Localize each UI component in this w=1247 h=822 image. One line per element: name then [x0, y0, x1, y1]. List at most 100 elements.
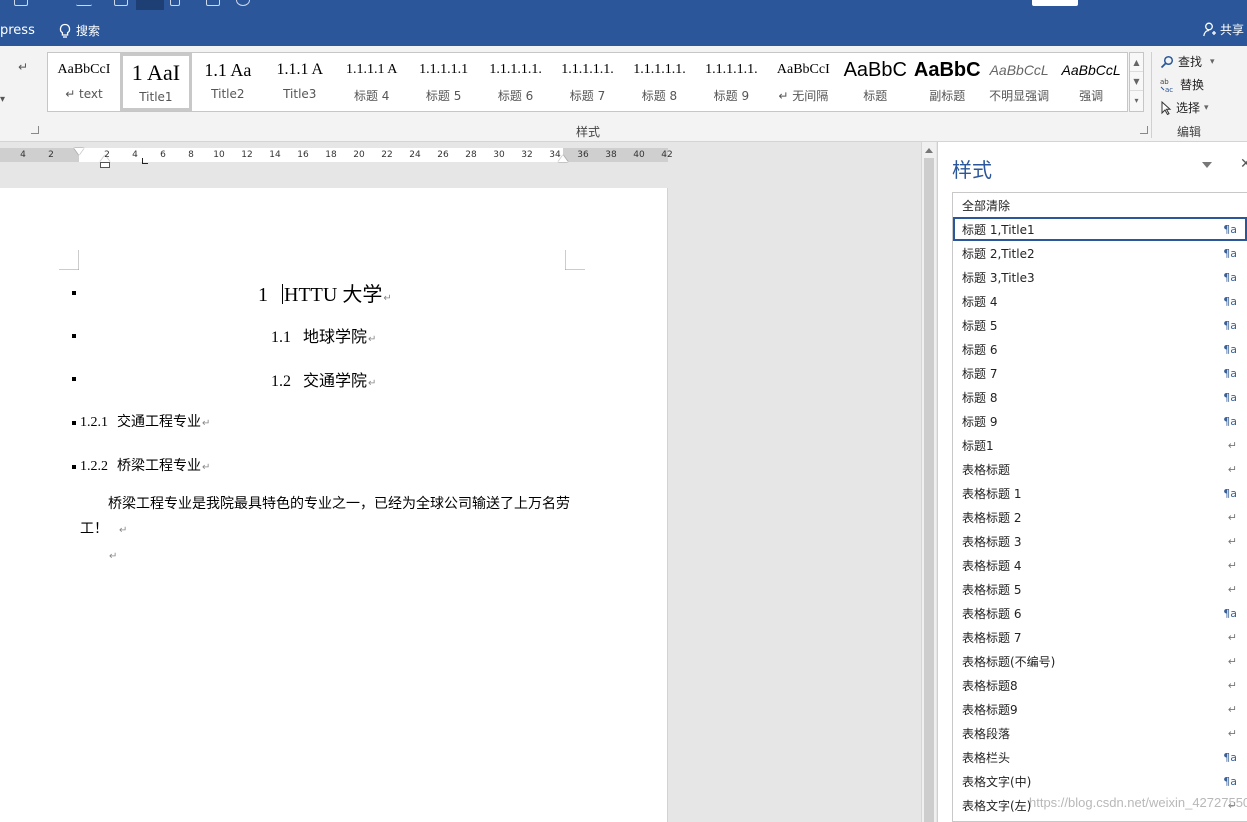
style-list-item[interactable]: 标题 9 ¶a	[953, 409, 1247, 433]
style-gallery-item[interactable]: AaBbCcL 强调	[1055, 53, 1127, 111]
sign-in-button[interactable]	[1032, 0, 1078, 6]
style-name: 表格标题 1	[962, 486, 1022, 501]
gallery-scroll-down-icon[interactable]: ▼	[1130, 72, 1143, 91]
gallery-more-icon[interactable]: ▾	[1130, 91, 1143, 110]
style-name: 标题 4	[962, 294, 998, 309]
gallery-scrollbar[interactable]: ▲ ▼ ▾	[1129, 52, 1144, 112]
left-tab-stop[interactable]	[142, 158, 148, 164]
style-list-item[interactable]: 标题 3,Title3 ¶a	[953, 265, 1247, 289]
share-button[interactable]: 共享	[1203, 21, 1244, 38]
style-gallery-item[interactable]: 1.1.1.1.1. 标题 6	[480, 53, 552, 111]
tell-me-search[interactable]: 搜索	[58, 22, 100, 39]
style-gallery-item[interactable]: 1.1.1.1.1 标题 5	[408, 53, 480, 111]
style-list-item[interactable]: 表格标题(不编号) ↵	[953, 649, 1247, 673]
style-gallery-item[interactable]: AaBbC 副标题	[911, 53, 983, 111]
style-gallery-item[interactable]: 1.1.1.1.1. 标题 8	[624, 53, 696, 111]
left-indent-marker[interactable]	[100, 162, 110, 168]
editing-group-label: 编辑	[1177, 125, 1202, 139]
style-name: 表格段落	[962, 726, 1011, 741]
replace-button[interactable]: ab ac 替换	[1160, 76, 1204, 93]
find-dropdown-icon[interactable]: ▾	[1210, 57, 1215, 67]
style-gallery-item[interactable]: 1.1.1.1.1. 标题 9	[695, 53, 767, 111]
find-button[interactable]: 查找 ▾	[1160, 53, 1215, 70]
style-list-item[interactable]: 标题 7 ¶a	[953, 361, 1247, 385]
style-list-item[interactable]: 标题 5 ¶a	[953, 313, 1247, 337]
heading-2[interactable]: 1.1 地球学院↵	[271, 323, 376, 347]
select-dropdown-icon[interactable]: ▾	[1204, 103, 1209, 113]
style-name: 标题 8	[962, 390, 998, 405]
style-list-item[interactable]: 标题 6 ¶a	[953, 337, 1247, 361]
style-gallery-item[interactable]: AaBbC 标题	[839, 53, 911, 111]
style-name: 表格文字(中)	[962, 774, 1032, 789]
style-caption: 不明显强调	[989, 89, 1050, 103]
person-icon	[1203, 22, 1216, 37]
style-list-item[interactable]: 表格标题 1 ¶a	[953, 481, 1247, 505]
style-list-item[interactable]: 表格文字(中) ¶a	[953, 769, 1247, 793]
ruler-number: 12	[241, 150, 253, 160]
style-list-item[interactable]: 表格标题8 ↵	[953, 673, 1247, 697]
scroll-up-icon[interactable]	[925, 148, 933, 153]
heading-3[interactable]: 1.2.1 交通工程专业↵	[80, 411, 210, 431]
horizontal-ruler[interactable]: 4 2 2 4 6 8 10 12 14 16 18 20 22 24 26 28 30 32 34 36 38 40 42	[0, 148, 673, 168]
ruler-number: 4	[132, 150, 138, 160]
style-gallery-item[interactable]: 1.1.1.1 A 标题 4	[336, 53, 408, 111]
style-gallery-item[interactable]: 1.1 Aa Title2	[192, 53, 264, 111]
style-list-item[interactable]: 表格栏头 ¶a	[953, 745, 1247, 769]
style-caption: 标题 8	[641, 89, 678, 103]
document-vertical-scrollbar[interactable]	[921, 142, 936, 822]
new-document-icon[interactable]	[114, 0, 128, 6]
heading-2[interactable]: 1.2 交通学院↵	[271, 367, 376, 391]
body-line[interactable]: 工！ ↵	[80, 518, 127, 538]
style-list-item[interactable]: 标题1 ↵	[953, 433, 1247, 457]
style-list-item[interactable]: 表格标题 2 ↵	[953, 505, 1247, 529]
heading-1[interactable]: 1 HTTU 大学↵	[258, 278, 392, 307]
style-list-item[interactable]: 标题 8 ¶a	[953, 385, 1247, 409]
style-list-item[interactable]: 表格标题9 ↵	[953, 697, 1247, 721]
style-gallery-item[interactable]: 1.1.1.1.1. 标题 7	[552, 53, 624, 111]
paragraph-mark: ↵	[202, 462, 211, 473]
style-name: 标题1	[962, 438, 994, 453]
empty-paragraph[interactable]: ↵	[108, 548, 117, 564]
pane-options-dropdown-icon[interactable]	[1202, 162, 1212, 168]
heading-3[interactable]: 1.2.2 桥梁工程专业↵	[80, 455, 210, 475]
print-preview-icon[interactable]	[206, 0, 220, 6]
style-list-item[interactable]: 表格标题 ↵	[953, 457, 1247, 481]
read-mode-button[interactable]	[136, 0, 164, 10]
draw-icon[interactable]	[170, 0, 180, 6]
style-gallery-item[interactable]: AaBbCcI ↵ text	[48, 53, 120, 111]
style-gallery-item[interactable]: 1 AaI Title1	[119, 53, 192, 111]
style-gallery-item[interactable]: 1.1.1 A Title3	[264, 53, 336, 111]
style-gallery-item[interactable]: AaBbCcL 不明显强调	[983, 53, 1055, 111]
style-name: 表格标题 6	[962, 606, 1022, 621]
style-gallery-item[interactable]: AaBbCcI ↵ 无间隔	[767, 53, 839, 111]
find-label: 查找	[1178, 55, 1203, 69]
style-list-item[interactable]: 标题 1,Title1 ¶a	[953, 217, 1247, 241]
document-page[interactable]: 1 HTTU 大学↵ 1.1 地球学院↵ 1.2 交通学院↵ 1.2.1 交通工程专业↵…	[0, 188, 668, 822]
refresh-icon[interactable]	[236, 0, 250, 6]
style-list-item[interactable]: 表格标题 4 ↵	[953, 553, 1247, 577]
sort-dropdown-icon[interactable]: ▾	[0, 94, 5, 105]
style-list-item[interactable]: 表格标题 3 ↵	[953, 529, 1247, 553]
menu-icon[interactable]	[76, 0, 92, 6]
styles-dialog-launcher-icon[interactable]	[1140, 126, 1148, 134]
style-caption: 强调	[1079, 89, 1104, 103]
style-list-item[interactable]: 标题 4 ¶a	[953, 289, 1247, 313]
tab-express[interactable]: press	[0, 23, 35, 38]
select-button[interactable]: 选择 ▾	[1160, 99, 1209, 116]
style-list-item[interactable]: 表格标题 7 ↵	[953, 625, 1247, 649]
paragraph-mark: ↵	[368, 334, 377, 345]
paragraph-dialog-launcher-icon[interactable]	[31, 126, 39, 134]
style-list-item[interactable]: 标题 2,Title2 ¶a	[953, 241, 1247, 265]
body-line[interactable]: 桥梁工程专业是我院最具特色的专业之一，已经为全球公司输送了上万名劳	[108, 493, 570, 513]
style-list-item[interactable]: 表格段落 ↵	[953, 721, 1247, 745]
style-list-item[interactable]: 表格标题 6 ¶a	[953, 601, 1247, 625]
paragraph-mark-toggle-icon[interactable]: ↵	[18, 60, 28, 74]
undo-icon[interactable]	[14, 0, 28, 6]
close-icon[interactable]: ✕	[1240, 156, 1247, 172]
scrollbar-thumb[interactable]	[924, 158, 934, 822]
first-line-indent-marker[interactable]	[74, 148, 84, 155]
style-list-item[interactable]: 表格标题 5 ↵	[953, 577, 1247, 601]
ribbon-group-separator	[1151, 52, 1152, 138]
gallery-scroll-up-icon[interactable]: ▲	[1130, 53, 1143, 72]
style-list-item[interactable]: 全部清除	[953, 193, 1247, 217]
